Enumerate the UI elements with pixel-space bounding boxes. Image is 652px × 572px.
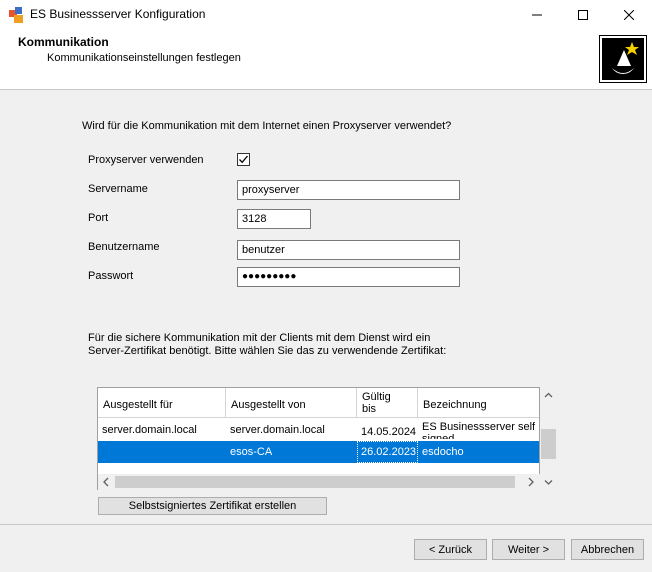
servername-label: Servername <box>88 183 148 195</box>
minimize-icon <box>532 14 542 16</box>
scroll-right-arrow-icon[interactable] <box>523 474 539 490</box>
horizontal-scroll-thumb[interactable] <box>115 476 515 488</box>
vertical-scroll-thumb[interactable] <box>541 429 556 459</box>
column-header-valid-until[interactable]: Gültig bis <box>357 388 418 418</box>
port-label: Port <box>88 212 109 224</box>
back-button[interactable]: < Zurück <box>414 539 487 560</box>
servername-input[interactable]: proxyserver <box>237 180 460 200</box>
create-self-signed-certificate-button[interactable]: Selbstsigniertes Zertifikat erstellen <box>98 497 327 515</box>
next-button[interactable]: Weiter > <box>492 539 565 560</box>
proxy-question: Wird für die Kommunikation mit dem Inter… <box>82 120 452 132</box>
checkmark-icon <box>239 155 248 164</box>
window-title: ES Businessserver Konfiguration <box>30 7 206 21</box>
cell-issued-by: esos-CA <box>230 446 273 458</box>
minimize-button[interactable] <box>514 0 560 30</box>
maximize-icon <box>578 10 588 20</box>
horizontal-scrollbar[interactable] <box>98 474 540 490</box>
username-input[interactable]: benutzer <box>237 240 460 260</box>
proxy-use-label: Proxyserver verwenden <box>88 154 204 166</box>
scroll-left-arrow-icon[interactable] <box>98 474 114 490</box>
cancel-button[interactable]: Abbrechen <box>571 539 644 560</box>
cell-valid-until: 14.05.2024 <box>361 426 417 438</box>
wizard-logo-icon <box>599 35 647 83</box>
username-label: Benutzername <box>88 241 160 253</box>
wizard-header: Kommunikation Kommunikationseinstellunge… <box>0 30 652 90</box>
scroll-up-arrow-icon[interactable] <box>540 387 557 404</box>
certificate-info-line1: Für die sichere Kommunikation mit der Cl… <box>88 332 431 344</box>
column-header-name[interactable]: Bezeichnung <box>418 388 539 418</box>
port-input[interactable]: 3128 <box>237 209 311 229</box>
title-bar: ES Businessserver Konfiguration <box>0 0 652 30</box>
table-row-selected[interactable]: esos-CA 26.02.2023 esdocho <box>98 441 539 463</box>
table-row[interactable]: server.domain.local server.domain.local … <box>98 419 539 441</box>
footer-divider <box>0 524 652 525</box>
page-subtitle: Kommunikationseinstellungen festlegen <box>47 52 241 64</box>
column-header-issued-by[interactable]: Ausgestellt von <box>226 388 357 418</box>
cell-issued-to: server.domain.local <box>102 424 197 436</box>
cell-name: ES Businessserver self signed <box>422 421 536 439</box>
close-icon <box>624 10 634 20</box>
cell-issued-by: server.domain.local <box>230 424 325 436</box>
maximize-button[interactable] <box>560 0 606 30</box>
grid-header: Ausgestellt für Ausgestellt von Gültig b… <box>98 388 539 418</box>
certificate-info: Für die sichere Kommunikation mit der Cl… <box>88 332 488 358</box>
app-icon <box>9 7 23 23</box>
scroll-down-arrow-icon[interactable] <box>540 474 557 490</box>
cell-name: esdocho <box>422 446 464 458</box>
column-header-issued-to[interactable]: Ausgestellt für <box>98 388 226 418</box>
password-input[interactable]: ●●●●●●●●● <box>237 267 460 287</box>
cell-valid-until: 26.02.2023 <box>361 446 417 458</box>
proxy-use-checkbox[interactable] <box>237 153 250 166</box>
page-title: Kommunikation <box>18 35 109 49</box>
certificate-info-line2: Server-Zertifikat benötigt. Bitte wählen… <box>88 345 447 357</box>
cell-issued-to <box>98 441 226 463</box>
close-button[interactable] <box>606 0 652 30</box>
password-label: Passwort <box>88 270 134 282</box>
